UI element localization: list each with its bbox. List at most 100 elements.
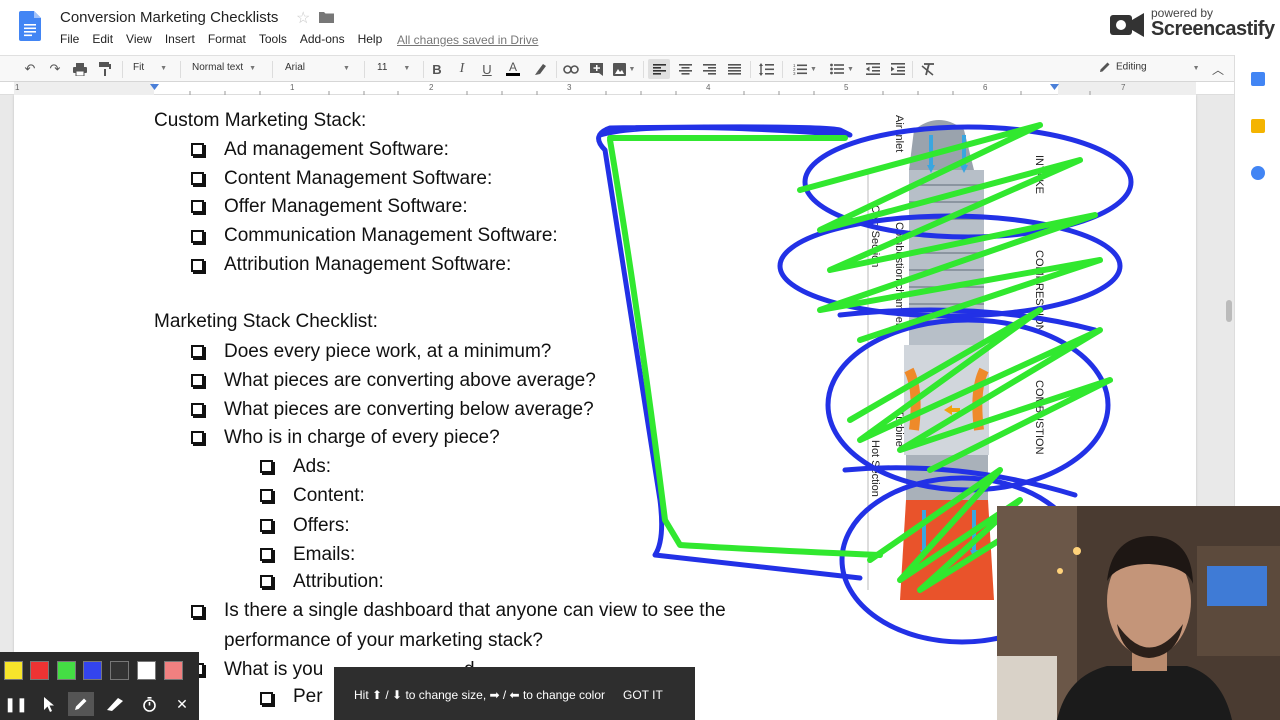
checklist-item[interactable]: Who is in charge of every piece? [224, 427, 500, 449]
checkbox[interactable] [191, 431, 204, 444]
menu-format[interactable]: Format [208, 32, 246, 46]
increase-indent-icon[interactable] [889, 61, 907, 77]
checkbox[interactable] [260, 460, 273, 473]
menu-file[interactable]: File [60, 32, 79, 46]
checklist-subitem[interactable]: Emails: [293, 544, 355, 566]
checkbox[interactable] [191, 605, 204, 618]
timer-icon[interactable] [136, 692, 162, 716]
checkbox[interactable] [260, 519, 273, 532]
checkbox[interactable] [191, 345, 204, 358]
checkbox[interactable] [191, 230, 204, 243]
document-title[interactable]: Conversion Marketing Checklists [60, 9, 278, 26]
pause-icon[interactable]: ❚❚ [3, 692, 29, 716]
editing-mode-select[interactable]: Editing ▼ [1099, 61, 1200, 76]
highlighter-icon[interactable] [102, 692, 128, 716]
align-left-icon[interactable] [648, 59, 670, 79]
close-icon[interactable]: ✕ [169, 692, 195, 716]
star-icon[interactable]: ☆ [296, 8, 310, 28]
heading-marketing-stack-checklist[interactable]: Marketing Stack Checklist: [154, 311, 378, 333]
link-icon[interactable] [562, 61, 580, 77]
checklist-subitem[interactable]: Attribution: [293, 571, 384, 593]
cursor-icon[interactable] [36, 692, 62, 716]
color-swatch-white[interactable] [137, 661, 156, 680]
line-spacing-icon[interactable] [757, 61, 775, 77]
menu-tools[interactable]: Tools [259, 32, 287, 46]
horizontal-ruler[interactable]: 1 1 2 3 4 5 6 7 [0, 82, 1234, 95]
checklist-subitem[interactable]: Content: [293, 485, 365, 507]
align-justify-icon[interactable] [725, 61, 743, 77]
checkbox[interactable] [260, 692, 273, 705]
menu-view[interactable]: View [126, 32, 152, 46]
color-swatch-red[interactable] [30, 661, 49, 680]
checklist-subitem[interactable]: Offers: [293, 515, 350, 537]
color-swatch-pink[interactable] [164, 661, 183, 680]
print-icon[interactable] [71, 61, 89, 77]
checklist-subitem[interactable]: Ads: [293, 456, 331, 478]
checklist-item[interactable]: What pieces are converting above average… [224, 370, 596, 392]
align-center-icon[interactable] [676, 61, 694, 77]
italic-icon[interactable]: I [454, 61, 470, 77]
folder-icon[interactable] [319, 11, 334, 23]
app-header: Conversion Marketing Checklists ☆ File E… [0, 0, 1280, 55]
checklist-item[interactable]: What pieces are converting below average… [224, 399, 594, 421]
numbered-list-icon[interactable]: 1 2 3 ▼ [789, 61, 821, 77]
checklist-item[interactable]: Offer Management Software: [224, 196, 468, 218]
menu-addons[interactable]: Add-ons [300, 32, 345, 46]
keep-icon[interactable] [1251, 119, 1265, 133]
checkbox[interactable] [191, 259, 204, 272]
checklist-item-partial[interactable]: What is you [224, 659, 323, 681]
color-swatch-black[interactable] [110, 661, 129, 680]
menu-help[interactable]: Help [358, 32, 383, 46]
color-swatch-green[interactable] [57, 661, 76, 680]
highlight-icon[interactable] [531, 61, 549, 77]
got-it-button[interactable]: GOT IT [623, 688, 663, 702]
checkbox[interactable] [191, 172, 204, 185]
annotation-toolbar: ❚❚ ✕ [0, 652, 199, 720]
font-select[interactable]: Arial ▼ [285, 62, 350, 77]
style-value: Normal text [192, 62, 244, 73]
decrease-indent-icon[interactable] [864, 61, 882, 77]
color-swatch-blue[interactable] [83, 661, 102, 680]
redo-icon[interactable]: ↷ [46, 61, 64, 77]
scrollbar-thumb[interactable] [1226, 300, 1232, 322]
checkbox[interactable] [191, 403, 204, 416]
figure-label-intake: INTAKE [1033, 155, 1045, 194]
checklist-item[interactable]: Ad management Software: [224, 139, 449, 161]
checklist-item[interactable]: Is there a single dashboard that anyone … [224, 600, 726, 622]
checkbox[interactable] [191, 143, 204, 156]
bold-icon[interactable]: B [429, 61, 445, 77]
zoom-select[interactable]: Fit ▼ [133, 62, 167, 77]
paint-format-icon[interactable] [96, 61, 114, 77]
checkbox[interactable] [260, 548, 273, 561]
text-color-icon[interactable]: A [504, 61, 522, 77]
underline-icon[interactable]: U [479, 61, 495, 77]
style-select[interactable]: Normal text ▼ [192, 62, 256, 77]
checkbox[interactable] [191, 200, 204, 213]
bulleted-list-icon[interactable]: ▼ [826, 61, 858, 77]
clear-formatting-icon[interactable] [919, 61, 937, 77]
heading-custom-marketing-stack[interactable]: Custom Marketing Stack: [154, 110, 366, 132]
tasks-icon[interactable] [1251, 166, 1265, 180]
checklist-item[interactable]: Does every piece work, at a minimum? [224, 341, 551, 363]
align-right-icon[interactable] [700, 61, 718, 77]
checklist-item[interactable]: Content Management Software: [224, 168, 492, 190]
calendar-icon[interactable] [1251, 72, 1265, 86]
checklist-subitem-partial[interactable]: Per [293, 686, 323, 708]
insert-image-icon[interactable]: ▼ [611, 61, 637, 77]
pen-icon[interactable] [68, 692, 94, 716]
undo-icon[interactable]: ↶ [21, 61, 39, 77]
checklist-item[interactable]: Communication Management Software: [224, 225, 558, 247]
color-swatch-yellow[interactable] [4, 661, 23, 680]
save-status-link[interactable]: All changes saved in Drive [397, 33, 538, 47]
font-size-select[interactable]: 11 ▼ [377, 62, 410, 77]
collapse-menu-icon[interactable]: ︿ [1210, 61, 1226, 77]
menu-edit[interactable]: Edit [92, 32, 113, 46]
checklist-item[interactable]: Attribution Management Software: [224, 254, 511, 276]
google-docs-logo-icon[interactable] [19, 11, 41, 41]
menu-insert[interactable]: Insert [165, 32, 195, 46]
add-comment-icon[interactable] [587, 61, 605, 77]
checklist-item-continued[interactable]: performance of your marketing stack? [224, 630, 543, 652]
checkbox[interactable] [260, 575, 273, 588]
checkbox[interactable] [260, 489, 273, 502]
checkbox[interactable] [191, 374, 204, 387]
